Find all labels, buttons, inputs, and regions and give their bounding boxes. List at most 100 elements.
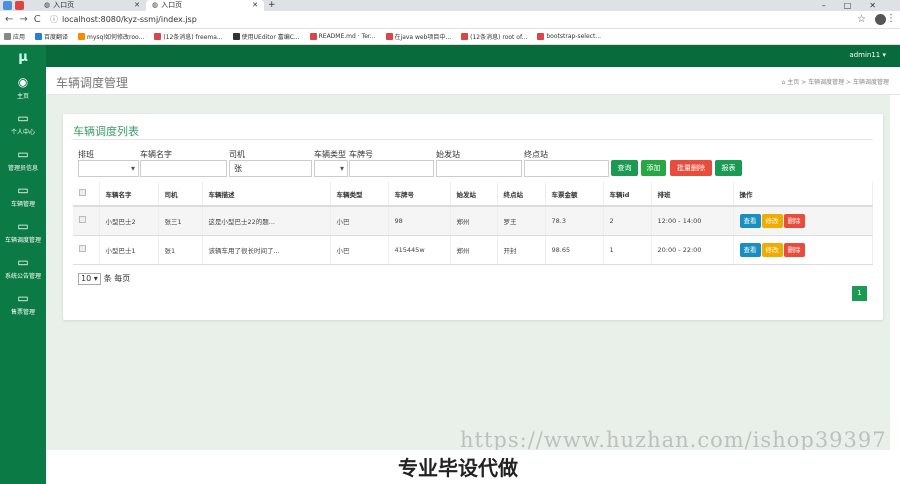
column-header: 车辆id <box>603 182 652 207</box>
page-size-control: 10 ▾ 条 每页 <box>78 273 130 285</box>
edit-button[interactable]: 修改 <box>761 213 783 228</box>
breadcrumb[interactable]: ⌂ 主页 > 车辆调度管理 > 车辆调度管理 <box>782 77 889 86</box>
browser-tabbar: ◍ 入口页 ✕ ◍ 入口页 ✕ + –□✕ <box>0 0 900 11</box>
bookmarks-bar: 应用 百度翻译 mysql如何修改roo... (12条消息) freema... 使用… <box>0 29 900 45</box>
table-cell: 1 <box>603 235 652 265</box>
new-tab-icon[interactable]: + <box>268 0 276 11</box>
sidebar-item-label: 主页 <box>16 93 29 100</box>
batch-delete-button[interactable]: 批量删除 <box>670 160 712 176</box>
star-icon[interactable]: ☆ <box>857 14 866 25</box>
browser-tab-1[interactable]: ◍ 入口页 ✕ <box>38 0 146 11</box>
table-cell: 罗王 <box>497 206 546 236</box>
bookmark-item[interactable]: (12条消息) freema... <box>154 32 223 41</box>
end-station-input[interactable] <box>524 160 609 177</box>
sidebar-item[interactable]: ▭ 个人中心 <box>0 106 46 142</box>
table-cell: 开封 <box>497 235 546 265</box>
list-card: 车辆调度列表 排班 车辆名字 司机 车辆类型 车牌号 始发站 终点站 张 查询 … <box>63 114 883 320</box>
app-icon[interactable] <box>15 1 24 10</box>
delete-button[interactable]: 删除 <box>783 242 805 257</box>
bookmark-icon <box>154 33 162 40</box>
sidebar-item[interactable]: ▭ 管理员信息 <box>0 142 46 178</box>
bookmark-item[interactable]: 使用UEditor 富编C... <box>232 32 300 41</box>
table-cell: 张三1 <box>158 206 203 236</box>
tab-label: 入口页 <box>161 1 183 9</box>
sidebar-item-label: 个人中心 <box>10 129 35 136</box>
column-header: 车辆类型 <box>330 182 389 207</box>
delete-button[interactable]: 删除 <box>783 213 805 228</box>
filter-label-schedule: 排班 <box>78 150 94 159</box>
bookmark-item[interactable]: (12条消息) root of... <box>461 32 527 41</box>
table-cell: 郑州 <box>450 206 498 236</box>
divider <box>73 139 873 140</box>
table-cell: 这是小型巴士22的题... <box>202 206 331 236</box>
table-row: 小型巴士1 张1 该辆车用了很长时间了... 小巴 415445w 郑州 开封 98.65 1 2… <box>73 235 873 265</box>
sidebar-item[interactable]: ▭ 系统公告管理 <box>0 250 46 286</box>
start-station-input[interactable] <box>436 160 522 177</box>
url-field[interactable]: ⓘ localhost:8080/kyz-ssmj/index.jsp <box>50 14 850 26</box>
nav-buttons[interactable]: ←→C <box>5 14 47 25</box>
add-button[interactable]: 添加 <box>641 160 666 176</box>
row-checkbox[interactable] <box>79 245 86 252</box>
table-cell: 该辆车用了很长时间了... <box>202 235 331 265</box>
bookmark-item[interactable]: 在java web项目中... <box>385 32 452 41</box>
browser-tab-2[interactable]: ◍ 入口页 ✕ <box>146 0 264 11</box>
window-controls[interactable]: –□✕ <box>822 0 894 11</box>
profile-icon[interactable] <box>875 14 886 25</box>
bookmark-item[interactable]: 应用 <box>4 32 25 41</box>
filter-label-end: 终点站 <box>524 150 548 159</box>
app-icon[interactable] <box>3 1 12 10</box>
table-cell: 小巴 <box>330 206 389 236</box>
bookmark-label: bootstrap-select... <box>546 33 602 40</box>
view-button[interactable]: 查看 <box>739 213 761 228</box>
page-size-select[interactable]: 10 ▾ <box>78 273 101 285</box>
bookmark-item[interactable]: 百度翻译 <box>35 32 68 41</box>
info-icon: ⓘ <box>50 15 58 24</box>
actions-cell: 查看 修改 删除 <box>733 206 873 236</box>
tab-label: 入口页 <box>53 1 75 9</box>
bookmark-item[interactable]: bootstrap-select... <box>537 33 601 40</box>
bookmark-label: README.md · Ter... <box>318 33 376 40</box>
bookmark-label: 使用UEditor 富编C... <box>241 34 300 41</box>
column-header: 车辆描述 <box>202 182 331 207</box>
select-all-checkbox[interactable] <box>79 189 86 196</box>
logo: μ <box>18 50 28 65</box>
bookmark-icon <box>4 33 11 40</box>
top-header: admin11 ▾ <box>46 45 900 67</box>
bookmark-icon <box>385 33 393 40</box>
row-checkbox[interactable] <box>79 216 86 224</box>
schedule-table: 车辆名字 司机 车辆描述 车辆类型 车牌号 始发站 终点站 车票金额 车辆id 排班 操作 小型巴士… <box>73 182 873 265</box>
edit-button[interactable]: 修改 <box>761 242 783 257</box>
schedule-select[interactable] <box>78 160 139 177</box>
bookmark-label: 应用 <box>13 34 26 41</box>
table-cell: 78.3 <box>545 206 604 236</box>
menu-icon[interactable]: ⋮ <box>886 13 896 24</box>
sidebar-item[interactable]: ◉ 主页 <box>0 70 46 106</box>
address-bar: ←→C ⓘ localhost:8080/kyz-ssmj/index.jsp ☆… <box>0 11 900 29</box>
filter-label-vehicle-name: 车辆名字 <box>140 150 172 159</box>
column-header: 终点站 <box>497 182 546 207</box>
table-cell: 12:00 - 14:00 <box>651 206 734 236</box>
report-button[interactable]: 报表 <box>715 160 742 176</box>
bookmark-label: 在java web项目中... <box>394 34 452 41</box>
plate-input[interactable] <box>349 160 434 177</box>
bookmark-icon <box>537 33 545 40</box>
sidebar-item[interactable]: ▭ 售票管理 <box>0 286 46 322</box>
view-button[interactable]: 查看 <box>739 242 761 257</box>
bookmark-item[interactable]: mysql如何修改roo... <box>78 32 144 41</box>
page-number-1[interactable]: 1 <box>852 286 867 301</box>
column-header: 车牌号 <box>388 182 451 207</box>
monitor-icon: ▭ <box>17 291 29 305</box>
close-icon[interactable]: ✕ <box>252 0 258 11</box>
sidebar-item[interactable]: ▭ 车辆管理 <box>0 178 46 214</box>
search-button[interactable]: 查询 <box>611 160 638 176</box>
sidebar-item[interactable]: ▭ 车辆调度管理 <box>0 214 46 250</box>
vehicle-type-select[interactable] <box>314 160 348 177</box>
page-title: 车辆调度管理 <box>56 76 129 90</box>
bookmark-item[interactable]: README.md · Ter... <box>309 33 376 40</box>
table-cell: 98 <box>388 206 451 236</box>
close-icon[interactable]: ✕ <box>134 0 140 11</box>
vehicle-name-input[interactable] <box>140 160 227 177</box>
filter-label-plate: 车牌号 <box>349 150 373 159</box>
user-menu[interactable]: admin11 ▾ <box>849 51 886 59</box>
driver-input[interactable]: 张 <box>229 160 312 177</box>
